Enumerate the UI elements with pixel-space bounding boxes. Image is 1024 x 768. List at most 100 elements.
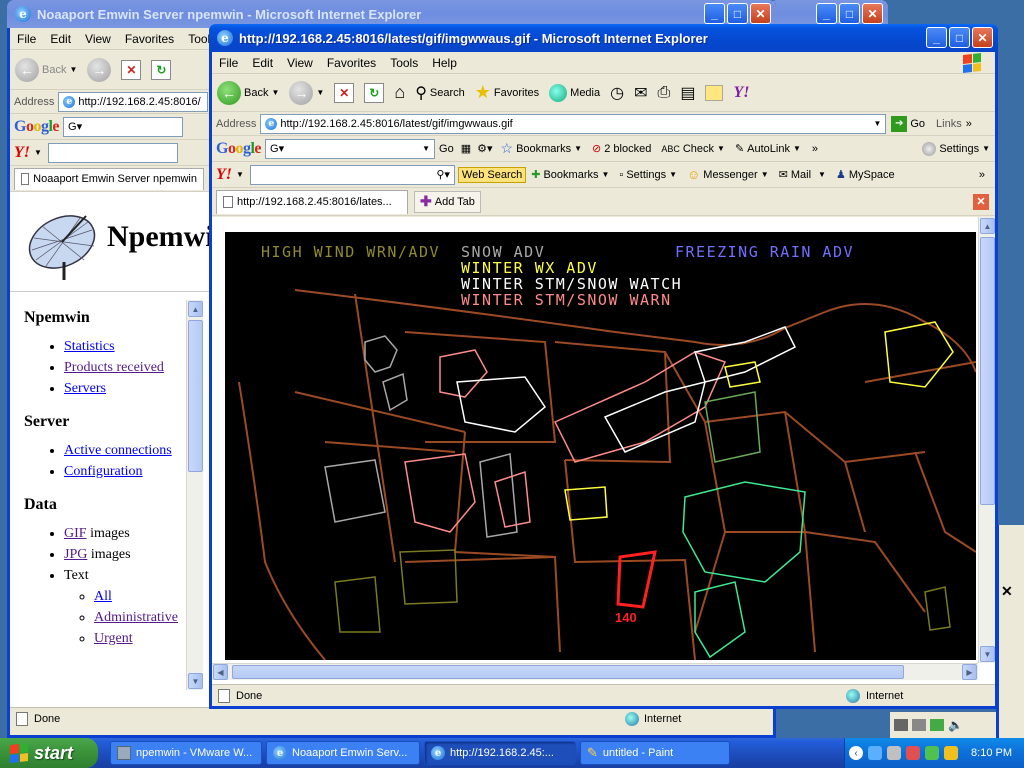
scroll-thumb[interactable] — [980, 237, 995, 505]
menu-view[interactable]: View — [280, 56, 320, 70]
minimize-icon[interactable]: _ — [704, 3, 725, 24]
forward-button[interactable]: → ▼ — [284, 80, 329, 105]
close-icon[interactable]: ✕ — [750, 3, 771, 24]
task-map[interactable]: e http://192.168.2.45:... — [424, 741, 576, 765]
media-button[interactable]: Media — [544, 83, 605, 102]
edit-icon[interactable]: ▤ — [680, 83, 695, 103]
pagerank-icon[interactable]: ▦ — [458, 142, 474, 155]
yahoo-icon[interactable]: Y! — [733, 84, 749, 102]
menu-edit[interactable]: Edit — [245, 56, 280, 70]
link-jpg[interactable]: JPG — [64, 547, 87, 562]
tray-icon[interactable] — [906, 746, 921, 760]
menu-view[interactable]: View — [78, 32, 118, 46]
chevron-right-icon[interactable]: » — [979, 169, 995, 181]
tray-icon[interactable] — [944, 746, 959, 760]
menu-help[interactable]: Help — [425, 56, 464, 70]
task-paint[interactable]: ✎ untitled - Paint — [580, 741, 730, 765]
task-vmware[interactable]: npemwin - VMware W... — [110, 741, 262, 765]
popup-blocker[interactable]: ⊘ 2 blocked — [587, 142, 656, 156]
chevron-down-icon[interactable]: ▼ — [34, 148, 42, 157]
link-statistics[interactable]: Statistics — [64, 339, 115, 354]
search-icon[interactable]: ⚲▾ — [436, 168, 450, 181]
minimize-icon[interactable]: _ — [816, 3, 837, 24]
chevron-right-icon[interactable]: » — [806, 143, 824, 155]
link-servers[interactable]: Servers — [64, 381, 106, 396]
scroll-left-icon[interactable]: ◀ — [213, 664, 228, 680]
scroll-down-icon[interactable]: ▼ — [980, 646, 995, 662]
address-input[interactable]: e http://192.168.2.45:8016/ — [58, 91, 209, 112]
vertical-scrollbar[interactable]: ▲ ▼ — [978, 217, 995, 663]
expand-tray-icon[interactable]: ‹ — [849, 746, 864, 760]
link-gif[interactable]: GIF — [64, 526, 87, 541]
chevron-down-icon[interactable]: ▼ — [236, 170, 244, 179]
scroll-right-icon[interactable]: ▶ — [962, 664, 977, 680]
yahoo-settings-button[interactable]: ▫ Settings ▼ — [614, 169, 682, 181]
bookmarks-button[interactable]: ☆ Bookmarks ▼ — [496, 140, 588, 157]
clock[interactable]: 8:10 PM — [971, 747, 1012, 759]
messenger-button[interactable]: ☺ Messenger ▼ — [682, 167, 774, 182]
search-button[interactable]: ⚲ Search — [410, 83, 470, 103]
add-tab-button[interactable]: ✚ Add Tab — [414, 190, 481, 213]
close-icon[interactable]: ✕ — [972, 27, 993, 48]
menu-file[interactable]: File — [212, 56, 245, 70]
links-label[interactable]: Links — [930, 118, 962, 130]
link-administrative[interactable]: Administrative — [94, 610, 178, 625]
history-icon[interactable]: ◷ — [610, 83, 624, 103]
refresh-icon[interactable]: ↻ — [364, 82, 385, 103]
print-icon[interactable]: ⎙ — [658, 84, 671, 102]
yahoo-logo[interactable]: Y! — [212, 166, 236, 184]
forward-button[interactable]: → — [82, 57, 116, 82]
back-button[interactable]: ← Back ▼ — [212, 80, 284, 105]
go-button[interactable]: ➔ Go — [886, 115, 930, 132]
close-tab-icon[interactable]: ✕ — [973, 193, 989, 210]
close-icon[interactable]: ✕ — [1001, 583, 1021, 603]
link-configuration[interactable]: Configuration — [64, 464, 143, 479]
yahoo-search-input[interactable] — [47, 142, 178, 163]
yahoo-logo[interactable]: Y! — [10, 144, 34, 162]
google-search-input[interactable]: G▾ — [63, 116, 184, 137]
mail-icon[interactable]: ✉ — [634, 83, 647, 103]
h-scroll-thumb[interactable] — [232, 665, 904, 679]
maximize-icon[interactable]: □ — [727, 3, 748, 24]
tray-icon[interactable] — [887, 746, 902, 760]
scroll-down-icon[interactable]: ▼ — [188, 673, 203, 689]
tab-map[interactable]: http://192.168.2.45:8016/lates... — [216, 189, 408, 214]
menu-favorites[interactable]: Favorites — [118, 32, 181, 46]
home-icon[interactable]: ⌂ — [394, 82, 405, 103]
mail-button[interactable]: ✉ Mail ▼ — [774, 168, 831, 182]
autolink-button[interactable]: ✎ AutoLink ▼ — [730, 142, 806, 156]
google-settings-button[interactable]: Settings ▼ — [917, 141, 995, 156]
stop-icon[interactable]: ✕ — [334, 82, 355, 103]
web-search-button[interactable]: Web Search — [457, 166, 527, 183]
scroll-up-icon[interactable]: ▲ — [188, 301, 203, 317]
task-npemwin[interactable]: e Noaaport Emwin Serv... — [266, 741, 420, 765]
gear-icon[interactable]: ⚙▾ — [474, 142, 495, 155]
minimize-icon[interactable]: _ — [926, 27, 947, 48]
maximize-icon[interactable]: □ — [839, 3, 860, 24]
tray-icon[interactable] — [925, 746, 940, 760]
menu-tools[interactable]: Tools — [383, 56, 425, 70]
maximize-icon[interactable]: □ — [949, 27, 970, 48]
horizontal-scrollbar[interactable]: ◀ ▶ — [212, 663, 978, 680]
start-button[interactable]: start — [0, 738, 98, 768]
menu-favorites[interactable]: Favorites — [320, 56, 383, 70]
yahoo-search-input[interactable]: ⚲▾ — [249, 164, 455, 185]
tab-npemwin[interactable]: Noaaport Emwin Server npemwin — [14, 167, 204, 190]
google-search-input[interactable]: G▾ ▼ — [265, 138, 436, 159]
scroll-up-icon[interactable]: ▲ — [980, 218, 995, 234]
map-titlebar[interactable]: e http://192.168.2.45:8016/latest/gif/im… — [209, 24, 998, 52]
google-go-button[interactable]: Go — [435, 143, 458, 155]
discuss-icon[interactable] — [705, 84, 724, 101]
chevron-right-icon[interactable]: » — [962, 118, 972, 130]
yahoo-bookmarks-button[interactable]: ✚ Bookmarks ▼ — [526, 168, 614, 182]
address-input[interactable]: e http://192.168.2.45:8016/latest/gif/im… — [260, 113, 887, 134]
menu-edit[interactable]: Edit — [43, 32, 78, 46]
link-products-received[interactable]: Products received — [64, 360, 164, 375]
back-button[interactable]: ← Back ▼ — [10, 57, 82, 82]
vertical-scrollbar[interactable]: ▲ ▼ — [186, 300, 203, 690]
scroll-thumb[interactable] — [188, 320, 203, 472]
refresh-icon[interactable]: ↻ — [151, 59, 172, 80]
menu-file[interactable]: File — [10, 32, 43, 46]
myspace-button[interactable]: ♟ MySpace — [831, 168, 900, 182]
spellcheck-button[interactable]: ABC Check ▼ — [656, 143, 730, 155]
